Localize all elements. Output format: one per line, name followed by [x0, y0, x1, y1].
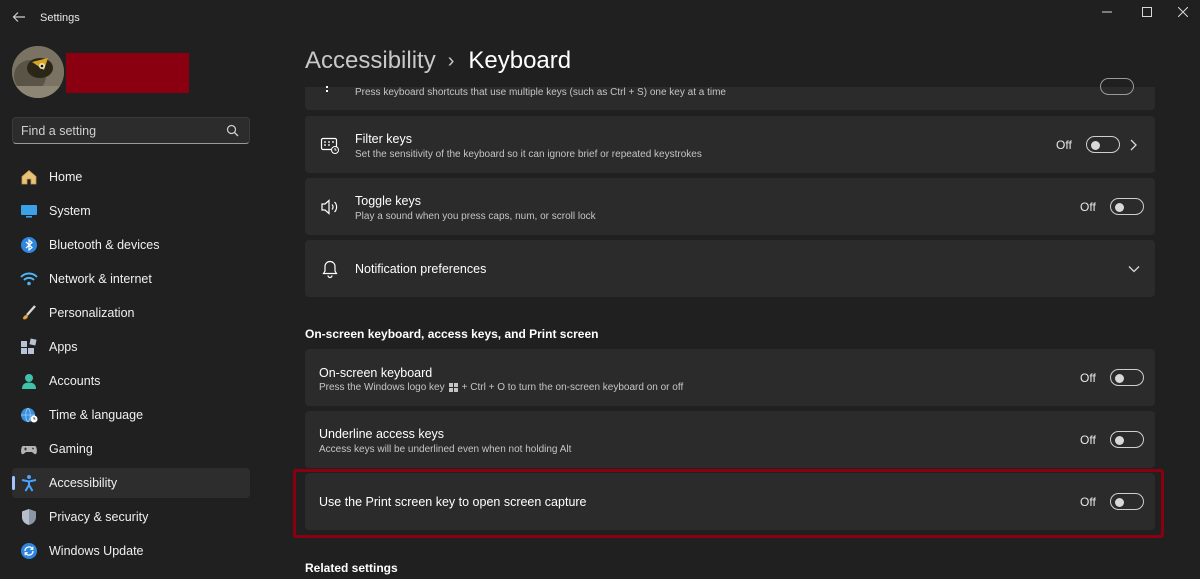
sidebar-item-label: System: [49, 204, 91, 218]
filter-keys-toggle-group: Off: [1056, 136, 1120, 153]
shield-icon: [20, 508, 38, 526]
sidebar-item-label: Apps: [49, 340, 78, 354]
sidebar-item-accessibility[interactable]: Accessibility: [12, 468, 250, 498]
highlight-box: [293, 469, 1164, 538]
sidebar-item-label: Accounts: [49, 374, 101, 388]
bell-icon: [319, 258, 341, 280]
user-photo: [12, 46, 64, 98]
sidebar-item-label: Network & internet: [49, 272, 152, 286]
filter-keys-icon: [319, 134, 341, 156]
sidebar-item-label: Personalization: [49, 306, 135, 320]
onscreen-keyboard-description-post: + Ctrl + O to turn the on-screen keyboar…: [461, 382, 684, 393]
filter-keys-description: Set the sensitivity of the keyboard so i…: [355, 149, 702, 160]
accounts-icon: [20, 372, 38, 390]
chevron-down-icon[interactable]: [1128, 265, 1140, 273]
sidebar-item-bluetooth[interactable]: Bluetooth & devices: [12, 230, 250, 260]
breadcrumb-separator: ›: [447, 49, 455, 72]
system-icon: [20, 202, 38, 220]
back-button[interactable]: [8, 6, 30, 28]
toggle-keys-title: Toggle keys: [355, 194, 422, 208]
toggle-keys-description: Play a sound when you press caps, num, o…: [355, 211, 596, 222]
title-bar: Settings: [0, 0, 1200, 36]
onscreen-keyboard-card[interactable]: On-screen keyboard Press the Windows log…: [305, 349, 1155, 406]
app-title: Settings: [40, 12, 80, 24]
sticky-keys-description: Press keyboard shortcuts that use multip…: [355, 87, 726, 98]
sidebar-item-time-language[interactable]: Time & language: [12, 400, 250, 430]
notification-preferences-title: Notification preferences: [355, 262, 487, 276]
underline-access-keys-card[interactable]: Underline access keys Access keys will b…: [305, 411, 1155, 468]
filter-keys-toggle[interactable]: [1085, 136, 1120, 153]
toggle-keys-toggle[interactable]: [1109, 198, 1144, 215]
sticky-keys-toggle[interactable]: [1100, 78, 1134, 95]
section-heading-related: Related settings: [305, 561, 398, 575]
sidebar-item-label: Gaming: [49, 442, 93, 456]
wifi-icon: [20, 270, 38, 288]
toggle-keys-toggle-group: Off: [1080, 198, 1144, 215]
underline-access-keys-toggle[interactable]: [1109, 431, 1144, 448]
maximize-icon: [1142, 7, 1152, 17]
onscreen-keyboard-toggle-group: Off: [1080, 369, 1144, 386]
breadcrumb: Accessibility › Keyboard: [305, 46, 571, 76]
arrow-left-icon: [12, 12, 25, 22]
gamepad-icon: [20, 440, 38, 458]
breadcrumb-parent[interactable]: Accessibility: [305, 47, 436, 75]
accessibility-icon: [20, 474, 38, 492]
speaker-icon: [319, 196, 341, 218]
search-placeholder: Find a setting: [21, 124, 97, 138]
sidebar-item-gaming[interactable]: Gaming: [12, 434, 250, 464]
close-button[interactable]: [1160, 0, 1200, 24]
toggle-state-label: Off: [1080, 432, 1096, 447]
sidebar-item-personalization[interactable]: Personalization: [12, 298, 250, 328]
close-icon: [1178, 7, 1188, 17]
onscreen-keyboard-description-pre: Press the Windows logo key: [319, 382, 445, 393]
page-title: Keyboard: [468, 47, 572, 74]
sidebar-item-privacy[interactable]: Privacy & security: [12, 502, 250, 532]
avatar[interactable]: [12, 46, 64, 98]
chevron-right-icon[interactable]: [1129, 139, 1137, 151]
underline-access-keys-toggle-group: Off: [1080, 431, 1144, 448]
sidebar-item-label: Home: [49, 170, 83, 184]
onscreen-keyboard-title: On-screen keyboard: [319, 366, 433, 380]
underline-access-keys-title: Underline access keys: [319, 427, 445, 441]
notification-preferences-card[interactable]: Notification preferences: [305, 240, 1155, 297]
filter-keys-card[interactable]: Filter keys Set the sensitivity of the k…: [305, 116, 1155, 173]
sticky-keys-card[interactable]: Press keyboard shortcuts that use multip…: [305, 78, 1155, 110]
underline-access-keys-description: Access keys will be underlined even when…: [319, 444, 572, 455]
sidebar-item-label: Bluetooth & devices: [49, 238, 160, 252]
search-icon[interactable]: [226, 124, 240, 138]
section-heading-onscreen: On-screen keyboard, access keys, and Pri…: [305, 327, 599, 341]
keyboard-icon: [319, 79, 341, 101]
sidebar-item-label: Time & language: [49, 408, 144, 422]
home-icon: [20, 168, 38, 186]
windows-logo-icon: [448, 383, 458, 392]
filter-keys-title: Filter keys: [355, 132, 412, 146]
globe-clock-icon: [20, 406, 38, 424]
sidebar-item-accounts[interactable]: Accounts: [12, 366, 250, 396]
toggle-state-label: Off: [1080, 199, 1096, 214]
sidebar-item-label: Privacy & security: [49, 510, 149, 524]
toggle-keys-card[interactable]: Toggle keys Play a sound when you press …: [305, 178, 1155, 235]
sidebar-item-windows-update[interactable]: Windows Update: [12, 536, 250, 566]
sidebar-item-apps[interactable]: Apps: [12, 332, 250, 362]
toggle-state-label: Off: [1056, 137, 1072, 152]
minimize-icon: [1102, 11, 1112, 13]
sidebar-item-home[interactable]: Home: [12, 162, 250, 192]
redacted-user-name: [66, 53, 189, 93]
brush-icon: [20, 304, 38, 322]
sidebar-item-system[interactable]: System: [12, 196, 250, 226]
sidebar-item-network[interactable]: Network & internet: [12, 264, 250, 294]
sidebar-item-label: Accessibility: [49, 476, 118, 490]
bluetooth-icon: [20, 236, 38, 254]
toggle-state-label: Off: [1080, 370, 1096, 385]
onscreen-keyboard-description: Press the Windows logo key + Ctrl + O to…: [319, 382, 683, 393]
apps-icon: [20, 338, 38, 356]
search-input[interactable]: Find a setting: [12, 117, 250, 144]
onscreen-keyboard-toggle[interactable]: [1109, 369, 1144, 386]
sidebar-nav: Home System Bluetooth & devices Network …: [12, 162, 250, 570]
sidebar-item-label: Windows Update: [49, 544, 144, 558]
update-icon: [20, 542, 38, 560]
